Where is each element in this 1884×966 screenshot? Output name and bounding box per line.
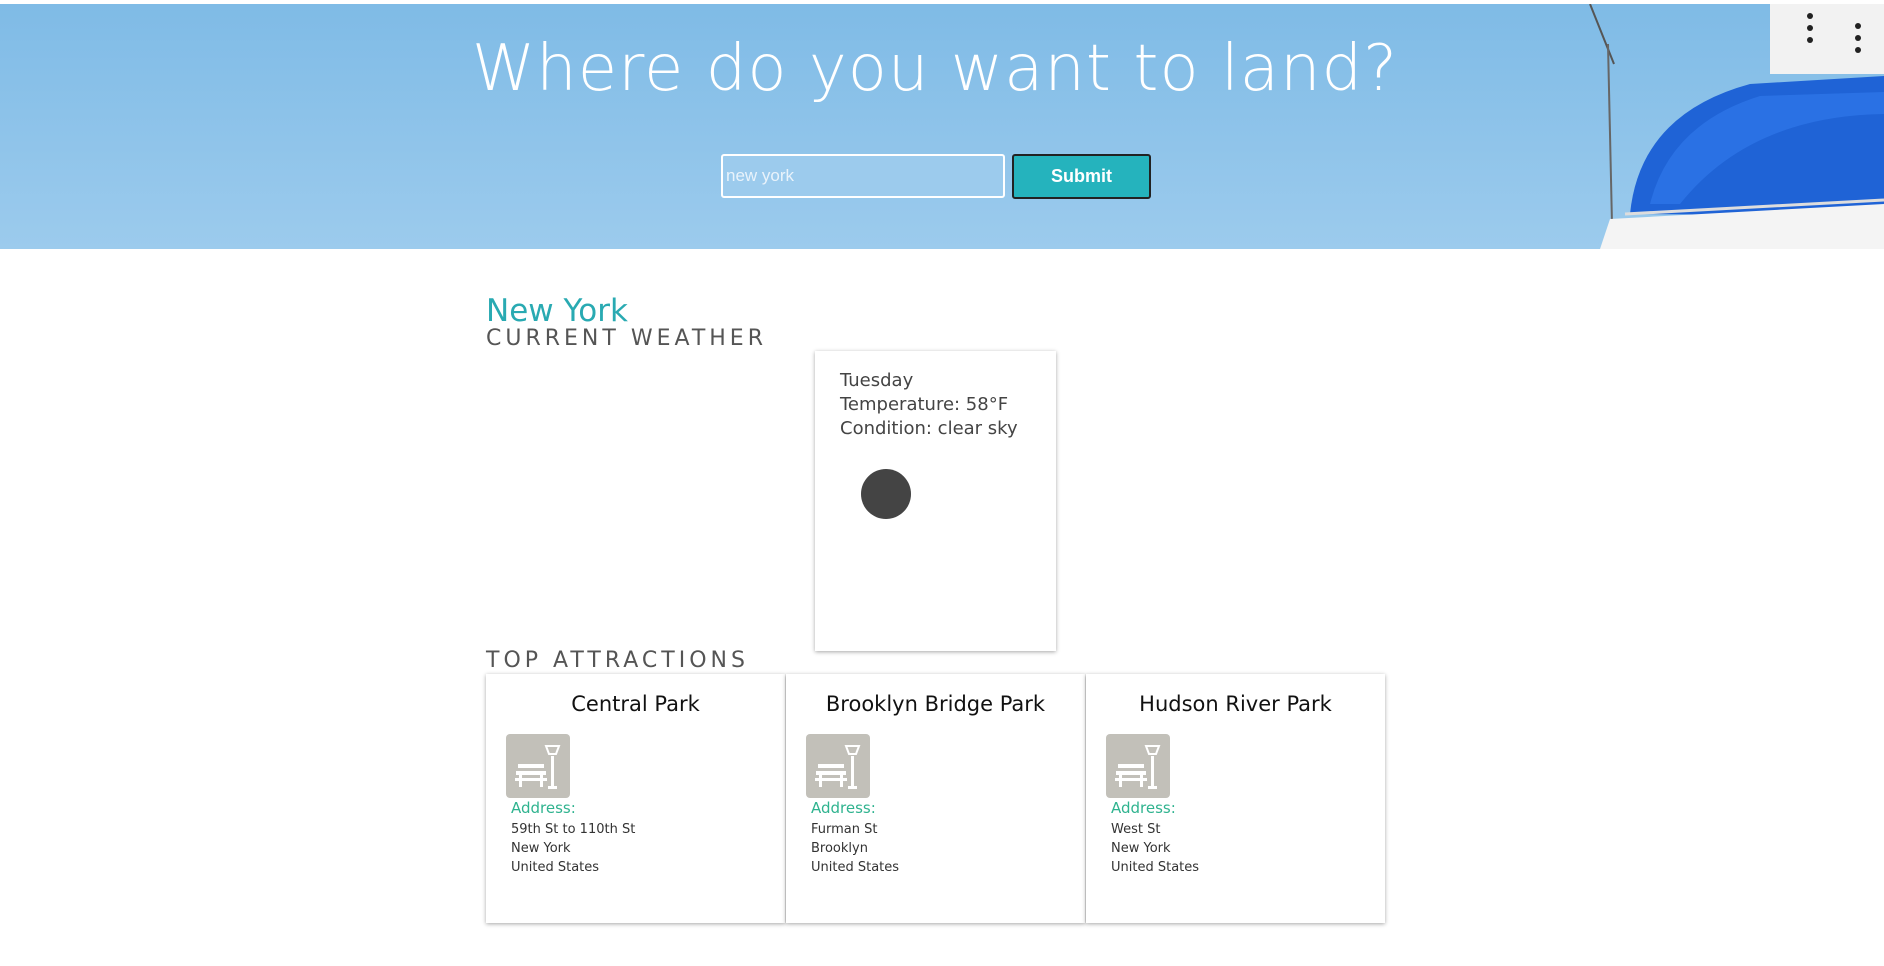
address-line-2: Brooklyn xyxy=(811,841,868,856)
address-line-2: New York xyxy=(1111,841,1171,856)
weather-condition: Condition: clear sky xyxy=(840,418,1018,439)
attractions-list: Central Park Address: 59th St to 110th S… xyxy=(486,674,1387,923)
weather-card: Tuesday Temperature: 58°F Condition: cle… xyxy=(815,351,1056,651)
attraction-name: Hudson River Park xyxy=(1139,692,1332,716)
current-weather-heading: CURRENT WEATHER xyxy=(486,326,767,351)
weather-temperature: Temperature: 58°F xyxy=(840,394,1009,415)
attraction-name: Central Park xyxy=(571,692,700,716)
attraction-card-hudson-river-park[interactable]: Hudson River Park Address: West St New Y… xyxy=(1086,674,1385,923)
city-name: New York xyxy=(486,293,628,329)
hero-banner: Where do you want to land? Submit xyxy=(0,4,1884,249)
attraction-name: Brooklyn Bridge Park xyxy=(825,692,1046,716)
address-lines: Furman St Brooklyn United States xyxy=(811,820,899,877)
address-line-3: United States xyxy=(811,860,900,875)
address-line-2: New York xyxy=(511,841,571,856)
destination-search-input[interactable] xyxy=(721,154,1005,198)
address-lines: 59th St to 110th St New York United Stat… xyxy=(511,820,635,877)
hero-title: Where do you want to land? xyxy=(471,32,1399,106)
weather-details: Tuesday Temperature: 58°F Condition: cle… xyxy=(815,369,1018,441)
address-label: Address: xyxy=(511,799,576,817)
address-line-1: West St xyxy=(1111,822,1161,837)
park-bench-lamp-icon xyxy=(1106,734,1170,798)
address-label: Address: xyxy=(811,799,876,817)
weather-day: Tuesday xyxy=(840,370,914,391)
submit-button[interactable]: Submit xyxy=(1012,154,1151,199)
address-lines: West St New York United States xyxy=(1111,820,1199,877)
address-line-3: United States xyxy=(511,860,600,875)
park-bench-lamp-icon xyxy=(506,734,570,798)
address-line-1: Furman St xyxy=(811,822,878,837)
attraction-card-central-park[interactable]: Central Park Address: 59th St to 110th S… xyxy=(486,674,785,923)
address-line-1: 59th St to 110th St xyxy=(511,822,636,837)
address-line-3: United States xyxy=(1111,860,1200,875)
address-label: Address: xyxy=(1111,799,1176,817)
top-attractions-heading: TOP ATTRACTIONS xyxy=(486,648,749,673)
park-bench-lamp-icon xyxy=(806,734,870,798)
attraction-card-brooklyn-bridge-park[interactable]: Brooklyn Bridge Park Address: Furman St … xyxy=(786,674,1085,923)
weather-condition-icon xyxy=(861,469,911,519)
